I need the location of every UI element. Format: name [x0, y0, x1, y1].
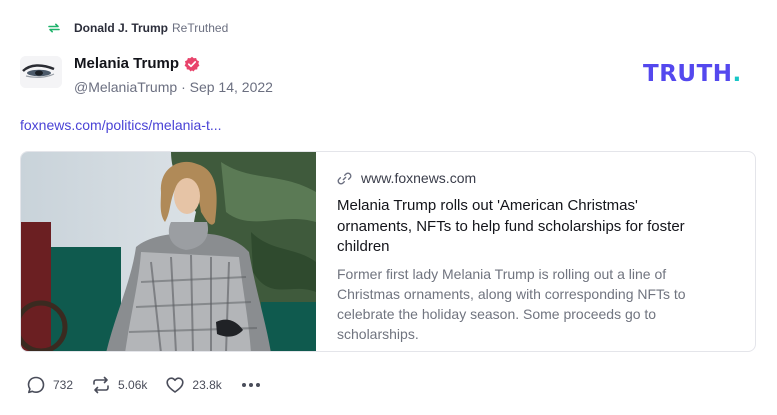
link-preview-body: www.foxnews.com Melania Trump rolls out … — [316, 152, 755, 351]
like-button[interactable]: 23.8k — [165, 375, 222, 395]
author-handle[interactable]: @MelaniaTrump — [74, 79, 177, 95]
post-link[interactable]: foxnews.com/politics/melania-t... — [20, 117, 222, 133]
card-domain-row: www.foxnews.com — [337, 170, 735, 186]
more-options-icon[interactable] — [240, 375, 262, 395]
meta-separator: · — [181, 79, 186, 95]
link-icon — [337, 171, 352, 185]
link-preview-image[interactable] — [21, 152, 316, 351]
reply-icon — [27, 376, 45, 394]
author-name-text[interactable]: Melania Trump — [74, 55, 179, 72]
verified-badge-icon — [184, 56, 200, 71]
card-title[interactable]: Melania Trump rolls out 'American Christ… — [337, 196, 715, 258]
retruth-user[interactable]: Donald J. Trump — [74, 21, 168, 35]
truth-logo[interactable]: TRUTH. — [643, 61, 742, 87]
retruth-button[interactable]: 5.06k — [91, 375, 147, 395]
card-description: Former first lady Melania Trump is rolli… — [337, 265, 686, 342]
retruth-action-icon — [93, 376, 109, 394]
card-domain: www.foxnews.com — [361, 170, 477, 186]
like-count: 23.8k — [192, 378, 222, 392]
logo-text: TRUTH — [643, 61, 733, 87]
avatar[interactable] — [20, 56, 62, 88]
post-actions: 732 5.06k 23.8k — [26, 374, 262, 396]
reply-count: 732 — [53, 378, 74, 392]
author-meta: @MelaniaTrump · Sep 14, 2022 — [74, 79, 273, 95]
link-preview-card[interactable]: www.foxnews.com Melania Trump rolls out … — [20, 151, 756, 352]
heart-icon — [166, 377, 184, 393]
retruth-action-label: ReTruthed — [172, 21, 229, 35]
author-name[interactable]: Melania Trump — [74, 55, 200, 72]
reply-button[interactable]: 732 — [26, 375, 73, 395]
post-date[interactable]: Sep 14, 2022 — [190, 79, 273, 95]
logo-dot: . — [732, 61, 742, 87]
retruth-banner: Donald J. Trump ReTruthed — [46, 19, 228, 37]
retruth-icon — [48, 23, 60, 33]
retruth-count: 5.06k — [118, 378, 148, 392]
